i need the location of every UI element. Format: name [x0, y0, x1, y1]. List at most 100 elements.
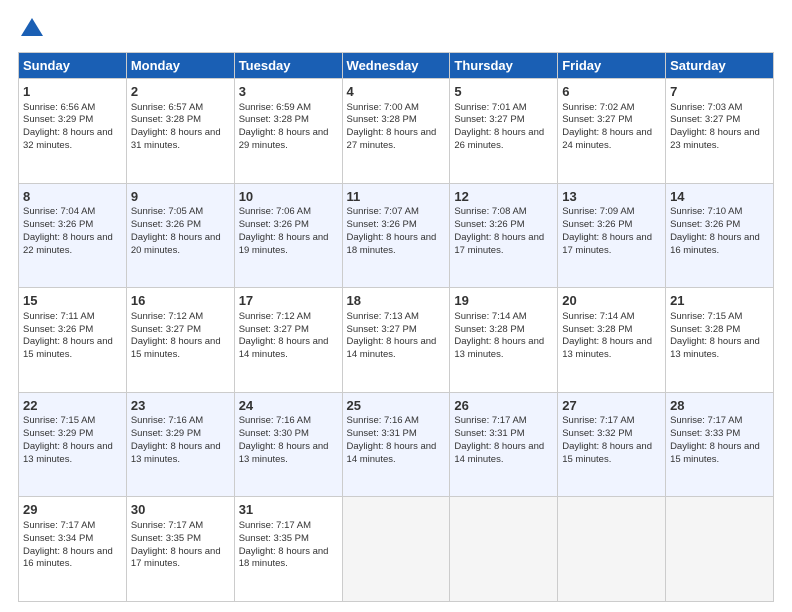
day-number: 18	[347, 292, 446, 310]
day-number: 19	[454, 292, 553, 310]
sunrise-text: Sunrise: 7:07 AM	[347, 206, 419, 217]
daylight-text: Daylight: 8 hours and 32 minutes.	[23, 127, 113, 151]
day-cell-16: 16Sunrise: 7:12 AM Sunset: 3:27 PMDayligh…	[126, 288, 234, 393]
daylight-text: Daylight: 8 hours and 15 minutes.	[131, 336, 221, 360]
day-number: 10	[239, 188, 338, 206]
empty-cell	[450, 497, 558, 602]
weekday-header-wednesday: Wednesday	[342, 53, 450, 79]
daylight-text: Daylight: 8 hours and 24 minutes.	[562, 127, 652, 151]
day-cell-23: 23Sunrise: 7:16 AMSunset: 3:29 PMDayligh…	[126, 392, 234, 497]
header	[18, 18, 774, 42]
sunset-text: Sunset: 3:27 PM	[131, 324, 201, 335]
daylight-text: Daylight: 8 hours and 14 minutes.	[347, 441, 437, 465]
sunrise-text: Sunrise: 7:17 AM	[454, 415, 526, 426]
sunrise-text: Sunrise: 7:17 AM	[23, 520, 95, 531]
day-number: 13	[562, 188, 661, 206]
daylight-text: Daylight: 8 hours and 26 minutes.	[454, 127, 544, 151]
sunset-text: Sunset: 3:28 PM	[670, 324, 740, 335]
daylight-text: Daylight: 8 hours and 14 minutes.	[347, 336, 437, 360]
sunset-text: Sunset: 3:27 PM	[670, 114, 740, 125]
day-cell-20: 20Sunrise: 7:14 AMSunset: 3:28 PMDayligh…	[558, 288, 666, 393]
daylight-text: Daylight: 8 hours and 18 minutes.	[347, 232, 437, 256]
day-number: 16	[131, 292, 230, 310]
daylight-text: Daylight: 8 hours and 14 minutes.	[239, 336, 329, 360]
sunset-text: Sunset: 3:27 PM	[347, 324, 417, 335]
day-number: 14	[670, 188, 769, 206]
daylight-text: Daylight: 8 hours and 17 minutes.	[131, 546, 221, 570]
sunrise-text: Sunrise: 7:01 AM	[454, 102, 526, 113]
daylight-text: Daylight: 8 hours and 16 minutes.	[670, 232, 760, 256]
sunrise-text: Sunrise: 7:12 AM	[131, 311, 203, 322]
logo	[18, 18, 43, 42]
day-cell-22: 22Sunrise: 7:15 AM Sunset: 3:29 PM Dayligh…	[19, 392, 127, 497]
day-cell-18: 18Sunrise: 7:13 AMSunset: 3:27 PMDayligh…	[342, 288, 450, 393]
day-number: 2	[131, 83, 230, 101]
day-number: 30	[131, 501, 230, 519]
day-number: 8	[23, 188, 122, 206]
sunrise-text: Sunrise: 7:17 AM	[670, 415, 742, 426]
day-number: 23	[131, 397, 230, 415]
sunset-text: Sunset: 3:27 PM	[239, 324, 309, 335]
sunrise-text: Sunrise: 7:11 AM	[23, 311, 95, 322]
sunrise-text: Sunrise: 7:15 AM	[23, 415, 95, 426]
day-number: 21	[670, 292, 769, 310]
day-cell-6: 6Sunrise: 7:02 AMSunset: 3:27 PMDaylight…	[558, 79, 666, 184]
sunset-text: Sunset: 3:26 PM	[347, 219, 417, 230]
day-number: 5	[454, 83, 553, 101]
sunrise-text: Sunrise: 7:17 AM	[562, 415, 634, 426]
weekday-header-row: SundayMondayTuesdayWednesdayThursdayFrid…	[19, 53, 774, 79]
day-number: 24	[239, 397, 338, 415]
day-cell-10: 10Sunrise: 7:06 AMSunset: 3:26 PMDayligh…	[234, 183, 342, 288]
day-number: 9	[131, 188, 230, 206]
weekday-header-sunday: Sunday	[19, 53, 127, 79]
sunrise-text: Sunrise: 7:03 AM	[670, 102, 742, 113]
sunrise-text: Sunrise: 7:05 AM	[131, 206, 203, 217]
sunrise-text: Sunrise: 6:56 AM	[23, 102, 95, 113]
day-number: 29	[23, 501, 122, 519]
sunrise-text: Sunrise: 7:04 AM	[23, 206, 95, 217]
sunset-text: Sunset: 3:28 PM	[454, 324, 524, 335]
sunrise-text: Sunrise: 7:17 AM	[239, 520, 311, 531]
week-row-2: 8Sunrise: 7:04 AM Sunset: 3:26 PM Daylight…	[19, 183, 774, 288]
day-cell-28: 28Sunrise: 7:17 AMSunset: 3:33 PMDayligh…	[666, 392, 774, 497]
day-cell-26: 26Sunrise: 7:17 AMSunset: 3:31 PMDayligh…	[450, 392, 558, 497]
daylight-text: Daylight: 8 hours and 13 minutes.	[239, 441, 329, 465]
day-cell-19: 19Sunrise: 7:14 AMSunset: 3:28 PMDayligh…	[450, 288, 558, 393]
day-number: 27	[562, 397, 661, 415]
sunset-text: Sunset: 3:26 PM	[23, 219, 93, 230]
daylight-text: Daylight: 8 hours and 13 minutes.	[562, 336, 652, 360]
daylight-text: Daylight: 8 hours and 13 minutes.	[131, 441, 221, 465]
day-cell-3: 3Sunrise: 6:59 AMSunset: 3:28 PMDaylight…	[234, 79, 342, 184]
weekday-header-thursday: Thursday	[450, 53, 558, 79]
day-number: 17	[239, 292, 338, 310]
sunset-text: Sunset: 3:29 PM	[23, 428, 93, 439]
sunset-text: Sunset: 3:29 PM	[131, 428, 201, 439]
daylight-text: Daylight: 8 hours and 13 minutes.	[23, 441, 113, 465]
daylight-text: Daylight: 8 hours and 23 minutes.	[670, 127, 760, 151]
day-number: 20	[562, 292, 661, 310]
day-number: 22	[23, 397, 122, 415]
day-cell-13: 13Sunrise: 7:09 AMSunset: 3:26 PMDayligh…	[558, 183, 666, 288]
week-row-5: 29Sunrise: 7:17 AMSunset: 3:34 PMDayligh…	[19, 497, 774, 602]
sunset-text: Sunset: 3:35 PM	[239, 533, 309, 544]
day-number: 6	[562, 83, 661, 101]
sunset-text: Sunset: 3:31 PM	[454, 428, 524, 439]
sunset-text: Sunset: 3:26 PM	[239, 219, 309, 230]
empty-cell	[558, 497, 666, 602]
sunrise-text: Sunrise: 7:00 AM	[347, 102, 419, 113]
day-number: 4	[347, 83, 446, 101]
daylight-text: Daylight: 8 hours and 20 minutes.	[131, 232, 221, 256]
day-cell-25: 25Sunrise: 7:16 AMSunset: 3:31 PMDayligh…	[342, 392, 450, 497]
daylight-text: Daylight: 8 hours and 27 minutes.	[347, 127, 437, 151]
daylight-text: Daylight: 8 hours and 15 minutes.	[562, 441, 652, 465]
day-cell-8: 8Sunrise: 7:04 AMSunset: 3:26 PMDaylight…	[19, 183, 127, 288]
sunset-text: Sunset: 3:26 PM	[562, 219, 632, 230]
sunset-text: Sunset: 3:30 PM	[239, 428, 309, 439]
day-cell-31: 31Sunrise: 7:17 AMSunset: 3:35 PMDayligh…	[234, 497, 342, 602]
sunrise-text: Sunrise: 7:17 AM	[131, 520, 203, 531]
day-cell-12: 12Sunrise: 7:08 AMSunset: 3:26 PMDayligh…	[450, 183, 558, 288]
sunrise-text: Sunrise: 7:14 AM	[454, 311, 526, 322]
empty-cell	[666, 497, 774, 602]
day-number: 11	[347, 188, 446, 206]
daylight-text: Daylight: 8 hours and 15 minutes.	[670, 441, 760, 465]
